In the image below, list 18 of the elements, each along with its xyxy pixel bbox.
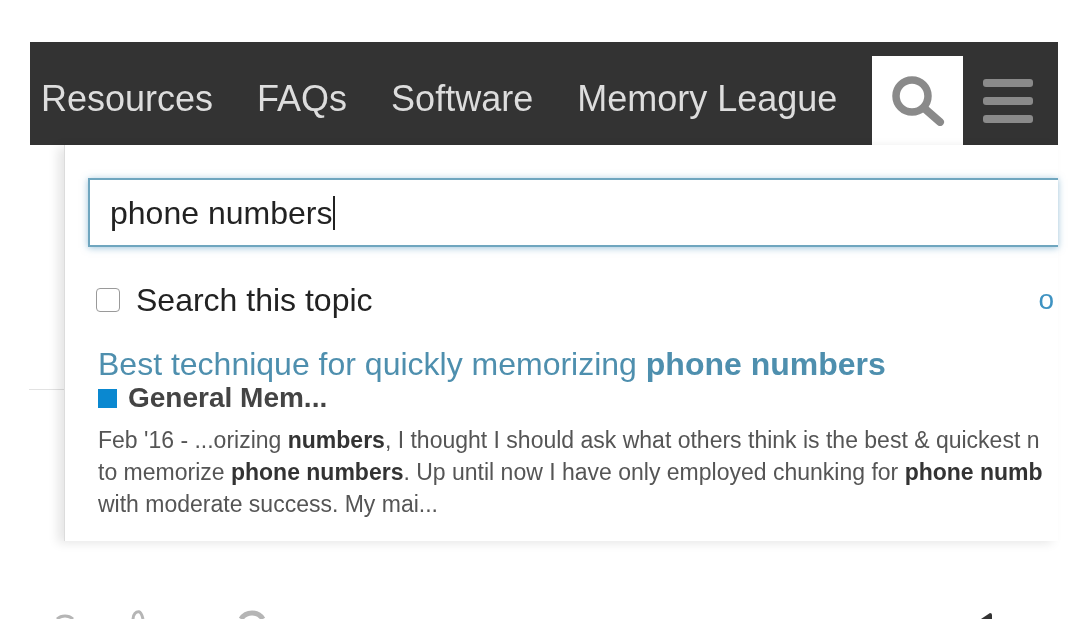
arc-icon [238, 610, 266, 619]
checkbox[interactable] [96, 288, 120, 312]
menu-icon [983, 78, 1034, 123]
arc-icon [55, 614, 75, 619]
nav-link[interactable]: Memory League [577, 81, 838, 117]
curve-icon [130, 610, 145, 619]
category-link[interactable]: General Mem... [128, 384, 328, 412]
nav-link[interactable]: Resources [41, 81, 214, 117]
search-button[interactable] [872, 56, 964, 145]
nav-link[interactable]: FAQs [257, 81, 348, 117]
checkbox-label[interactable]: Search this topic [136, 284, 373, 316]
nav-link[interactable]: Software [391, 81, 534, 117]
result-excerpt: Feb '16 - ...orizing numbers, I thought I should ask what others think is the best & quickest n to memorize phone numbers. Up until now I have only employed chunking for phone numb with moderate success. My mai... [98, 426, 1043, 519]
search-field[interactable]: phone numbers [88, 178, 1058, 247]
arrow-tip-icon [981, 613, 992, 619]
text-cursor-icon [333, 195, 336, 230]
result-title-link[interactable]: Best technique for quickly memorizing phone numbers [98, 346, 886, 382]
search-icon [890, 75, 945, 126]
